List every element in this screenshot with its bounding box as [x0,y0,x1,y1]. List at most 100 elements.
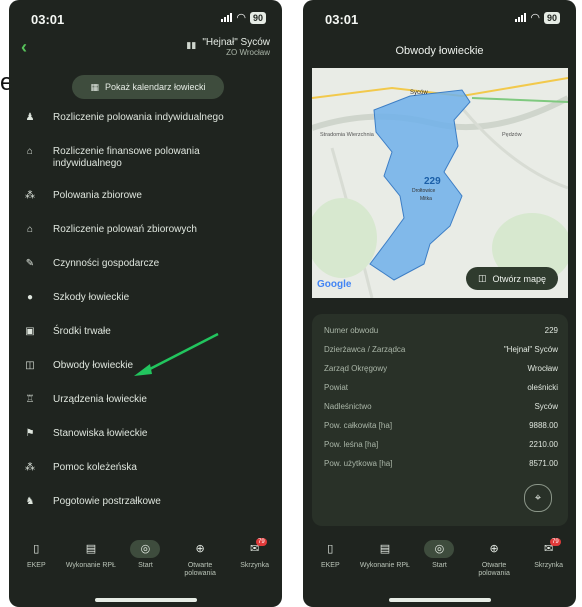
group-icon: ⁂ [25,190,35,201]
inbox-icon-glyph: ✉ [250,543,260,555]
phone-screen-menu: 03:01 ◠ 90 ‹ ▮▮ "Hejnał" Syców ZO Wrocła… [9,0,282,607]
info-label: Zarząd Okręgowy [324,364,388,373]
ekep-icon-glyph: ▯ [33,543,40,555]
bottom-nav: ▯ EKEP ▤ Wykonanie RPŁ ◎ Start ⊕ Otwarte polowa… [9,538,282,592]
location-pin-button[interactable]: ⌖ [524,484,552,512]
status-bar: 03:01 ◠ 90 [303,0,576,32]
map-label-sycow: Syców [410,90,428,96]
plan-icon: ▤ [370,540,400,558]
menu-item-label: Polowania zbiorowe [53,190,142,201]
menu-item[interactable]: ⌂ Rozliczenie polowań zbiorowych [9,224,282,258]
start-icon: ◎ [424,540,455,558]
crosshair-icon-glyph: ⊕ [489,543,499,555]
menu-item[interactable]: ⚑ Stanowiska łowieckie [9,428,282,462]
notification-badge: 79 [255,538,267,546]
status-icons: ◠ 90 [221,11,266,24]
status-icons: ◠ 90 [515,11,560,24]
assets-icon: ▣ [25,326,35,337]
info-label: Pow. leśna [ha] [324,440,379,449]
menu-item[interactable]: ⁂ Polowania zbiorowe [9,190,282,224]
nav-item-skrzynka[interactable]: ✉ 79 Skrzynka [521,538,576,592]
info-value: 2210.00 [529,440,558,449]
google-logo: Google [317,279,352,290]
map-label-drołtowice: Drołtowice [412,188,436,194]
info-label: Nadleśnictwo [324,402,372,411]
nav-item-label: Start [138,562,153,569]
menu-item-label: Pogotowie postrzałkowe [53,496,161,507]
menu-item-label: Rozliczenie polowania indywidualnego [53,112,224,123]
nav-item-label: Wykonanie RPŁ [65,562,116,569]
ekep-icon: ▯ [315,540,345,558]
header: ‹ ▮▮ "Hejnał" Syców ZO Wrocław [9,35,282,65]
crosshair-icon: ⊕ [479,540,509,558]
plan-icon-glyph: ▤ [379,543,391,555]
menu-item[interactable]: ⌂ Rozliczenie finansowe polowania indywid… [9,146,282,190]
map-canvas: Syców Stradomia Wierzchnia Pędzów 229 Dr… [312,68,568,298]
home-indicator [95,598,197,602]
location-pin-icon: ⌖ [534,491,542,504]
info-row: Pow. całkowita [ha] 9888.00 [324,421,558,430]
nav-item-ekep[interactable]: ▯ EKEP [9,540,64,592]
hunting-ground-details: ⌖ Numer obwodu 229 Dzierżawca / Zarządca "H… [312,314,568,526]
info-value: 9888.00 [529,421,558,430]
menu-item[interactable]: ⁂ Pomoc koleżeńska [9,462,282,496]
nav-item-otwarte[interactable]: ⊕ Otwarte polowania [467,540,522,592]
notification-badge: 79 [549,538,561,546]
map-label-stradomia: Stradomia Wierzchnia [320,132,375,138]
info-row: Nadleśnictwo Syców [324,402,558,411]
info-value: Syców [534,402,558,411]
hunting-calendar-button[interactable]: ▦ Pokaż kalendarz łowiecki [72,75,224,99]
menu-item[interactable]: ♖ Urządzenia łowieckie [9,394,282,428]
menu-item[interactable]: ♞ Pogotowie postrzałkowe [9,496,282,530]
nav-item-skrzynka[interactable]: ✉ 79 Skrzynka [227,538,282,592]
inbox-icon-glyph: ✉ [544,543,554,555]
highlight-arrow [134,332,219,376]
nav-item-ekep[interactable]: ▯ EKEP [303,540,358,592]
info-label: Dzierżawca / Zarządca [324,345,406,354]
home-indicator [389,598,491,602]
nav-item-otwarte[interactable]: ⊕ Otwarte polowania [173,540,228,592]
phone-screen-hunting-grounds: 03:01 ◠ 90 Obwody łowieckie Syców Strado… [303,0,576,607]
club-selector[interactable]: ▮▮ "Hejnał" Syców ZO Wrocław [186,37,270,57]
menu-item[interactable]: ✎ Czynności gospodarcze [9,258,282,292]
menu-item-label: Obwody łowieckie [53,360,134,371]
back-button[interactable]: ‹ [21,37,27,58]
nav-item-wykonanie[interactable]: ▤ Wykonanie RPŁ [358,540,413,592]
signal-icon [221,13,233,22]
info-value: "Hejnał" Syców [503,345,558,354]
menu-item[interactable]: ♟ Rozliczenie polowania indywidualnego [9,112,282,146]
map-label-mitka: Mitka [420,196,432,202]
info-value: 229 [544,326,558,335]
info-value: Wrocław [527,364,558,373]
hunting-ground-map[interactable]: Syców Stradomia Wierzchnia Pędzów 229 Dr… [312,68,568,298]
menu-item-label: Czynności gospodarcze [53,258,160,269]
plan-icon-glyph: ▤ [85,543,97,555]
info-label: Pow. użytkowa [ha] [324,459,393,468]
status-time: 03:01 [325,12,359,27]
status-time: 03:01 [31,12,65,27]
map-icon: ◫ [25,360,35,371]
club-name: "Hejnał" Syców [202,37,270,48]
nav-item-label: EKEP [26,562,46,569]
main-menu: ♟ Rozliczenie polowania indywidualnego ⌂ Ro… [9,112,282,530]
info-row: Pow. leśna [ha] 2210.00 [324,440,558,449]
menu-item[interactable]: ● Szkody łowieckie [9,292,282,326]
info-row: Powiat oleśnicki [324,383,558,392]
battery-icon: 90 [543,11,560,24]
battery-icon: 90 [249,11,266,24]
nav-item-wykonanie[interactable]: ▤ Wykonanie RPŁ [64,540,119,592]
nav-item-label: Skrzynka [534,562,564,569]
hunting-calendar-label: Pokaż kalendarz łowiecki [104,82,206,92]
bank-icon: ⌂ [26,146,33,157]
dog-icon: ♞ [25,496,35,507]
info-row: Pow. użytkowa [ha] 8571.00 [324,459,558,468]
open-map-label: Otwórz mapę [492,273,546,284]
menu-item-label: Szkody łowieckie [53,292,130,303]
nav-item-label: Skrzynka [240,562,270,569]
nav-item-start[interactable]: ◎ Start [412,540,467,592]
nav-item-label: Otwarte polowania [478,562,510,577]
info-label: Powiat [324,383,349,392]
nav-item-start[interactable]: ◎ Start [118,540,173,592]
menu-item-label: Rozliczenie finansowe polowania indywidu… [52,146,200,169]
open-map-button[interactable]: ◫ Otwórz mapę [465,267,558,290]
